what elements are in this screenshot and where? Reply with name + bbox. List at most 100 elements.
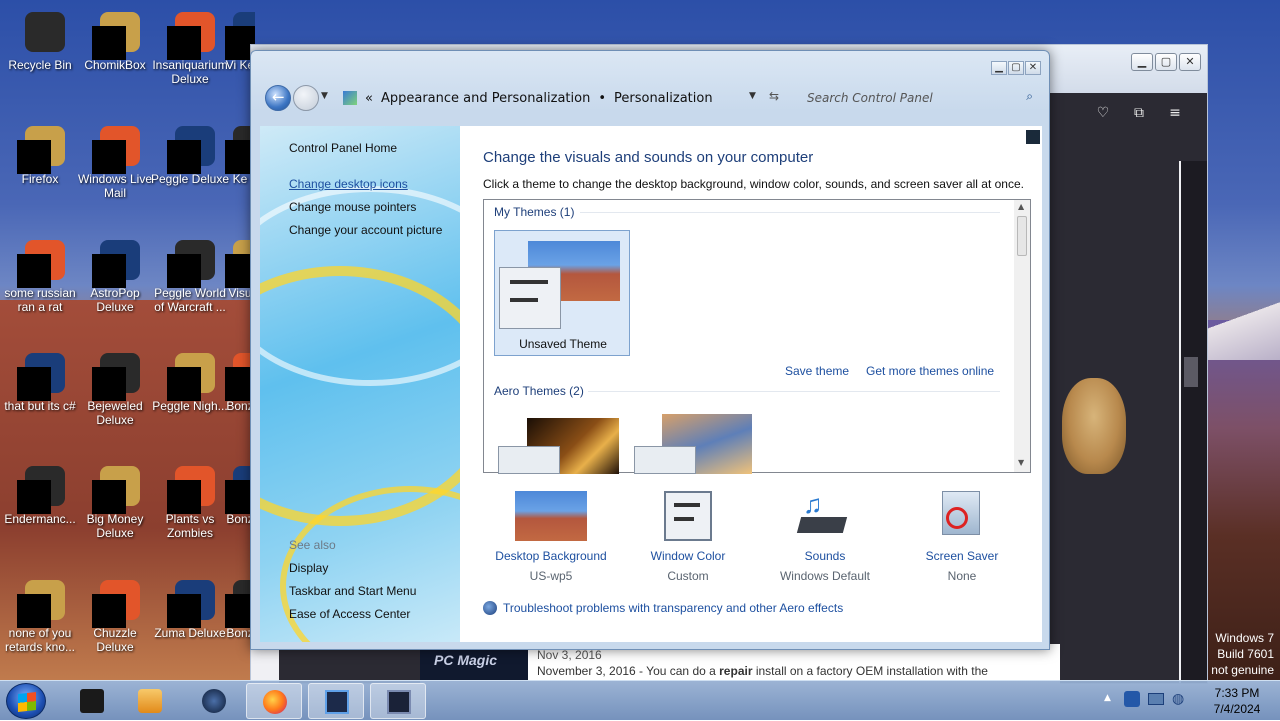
refresh-icon[interactable]: ⇆ [769,89,779,103]
theme-list[interactable]: My Themes (1) Unsaved Theme Save theme G… [483,199,1031,474]
desktop-icon-label: Peggle Nigh... [152,399,228,413]
search-result-snippet[interactable]: PC Magic Nov 3, 2016 November 3, 2016 - … [420,644,1060,684]
breadcrumb-chevrons[interactable]: « [365,91,373,106]
windows-watermark: Windows 7 Build 7601 not genuine [1211,630,1274,678]
minimize-button[interactable]: ▁ [1131,53,1153,71]
result-date: Nov 3, 2016 [537,648,602,662]
taskbar-firefox[interactable] [246,683,302,719]
taskbar-start-menu-link[interactable]: Taskbar and Start Menu [289,584,416,598]
desktop-icon-chuzzle[interactable]: Chuzzle Deluxe [75,572,155,672]
desktop-icon-label: Endermanc... [4,512,76,526]
firefox-scrollbar[interactable] [1181,161,1207,683]
forward-button[interactable] [293,85,319,111]
desktop-icon-chomikbox[interactable]: ChomikBox [75,4,155,104]
extensions-icon[interactable]: ⧉ [1129,105,1149,125]
taskbar-media-player[interactable] [122,683,178,719]
back-button[interactable]: ← [265,85,291,111]
taskbar-app-3[interactable] [186,683,242,719]
tray-app-icon[interactable] [1124,691,1140,707]
watermark-genuine: not genuine [1211,663,1274,677]
minimize-button[interactable]: ▁ [991,61,1007,75]
maximize-button[interactable]: ▢ [1008,61,1024,75]
setting-value: None [947,569,977,583]
desktop-icon-windows-live-mail[interactable]: Windows Live Mail [75,118,155,218]
media-player-icon [138,689,162,713]
desktop-icon-big-money[interactable]: Big Money Deluxe [75,458,155,558]
address-bar[interactable]: « Appearance and Personalization • Perso… [337,85,773,111]
setting-value: Custom [667,569,709,583]
get-more-themes-link[interactable]: Get more themes online [866,364,994,378]
scroll-up-icon[interactable]: ▲ [1018,202,1024,211]
menu-icon[interactable]: ≡ [1165,105,1185,125]
peggle-wow-icon [167,236,215,288]
control-panel-icon [325,690,349,714]
help-icon[interactable] [1026,130,1040,144]
pocket-icon[interactable]: ♡ [1093,105,1113,125]
watermark-build: Build 7601 [1217,647,1274,661]
troubleshoot-link[interactable]: Troubleshoot problems with transparency … [483,601,843,615]
desktop-icon-that-but[interactable]: that but its c# [0,345,80,445]
desktop-icon-firefox[interactable]: Firefox [0,118,80,218]
setting-label: Window Color [650,549,726,563]
desktop-icon-plants-vs-zombies[interactable]: Plants vs Zombies [150,458,230,558]
start-button[interactable] [6,683,46,719]
search-icon[interactable]: ⌕ [1026,89,1033,104]
left-pane: Control Panel Home Change desktop icons … [260,126,460,642]
sounds-setting[interactable]: ♫ Sounds Windows Default [755,489,895,583]
clock[interactable]: 7:33 PM 7/4/2024 [1196,685,1278,717]
that-but-icon [17,349,65,401]
search-input[interactable]: Search Control Panel ⌕ [801,85,1039,111]
theme-list-scrollbar[interactable]: ▲ ▼ [1014,200,1030,472]
breadcrumb-separator: • [598,90,606,106]
scroll-down-icon[interactable]: ▼ [1018,458,1024,467]
show-hidden-icons-icon[interactable]: ▲ [1104,693,1111,703]
recent-pages-chevron-icon[interactable]: ▼ [321,91,328,101]
network-icon[interactable] [1148,693,1164,705]
desktop-icon-recycle-bin[interactable]: Recycle Bin [0,4,80,104]
unsaved-theme-tile[interactable]: Unsaved Theme [494,230,630,356]
change-desktop-icons-link[interactable]: Change desktop icons [289,177,408,191]
aero-theme-1-window [498,446,560,474]
save-theme-link[interactable]: Save theme [785,364,849,378]
volume-icon[interactable]: ◍ [1172,691,1184,707]
scroll-thumb[interactable] [1017,216,1027,256]
sounds-icon: ♫ [789,489,861,541]
desktop-icon-peggle-deluxe[interactable]: Peggle Deluxe [150,118,230,218]
close-button[interactable]: ✕ [1179,53,1201,71]
taskbar-app-1[interactable] [64,683,120,719]
display-link[interactable]: Display [289,561,328,575]
ease-of-access-link[interactable]: Ease of Access Center [289,607,410,621]
screen-saver-setting[interactable]: Screen Saver None [892,491,1032,583]
bejeweled-icon [92,349,140,401]
desktop-icon-zuma[interactable]: Zuma Deluxe [150,572,230,672]
breadcrumb-appearance[interactable]: Appearance and Personalization [381,91,590,106]
app-icon [80,689,104,713]
clock-time: 7:33 PM [1214,686,1260,700]
window-color-setting[interactable]: Window Color Custom [618,491,758,583]
maximize-button[interactable]: ▢ [1155,53,1177,71]
taskbar: ▲ ◍ 7:33 PM 7/4/2024 [0,680,1280,720]
change-mouse-pointers-link[interactable]: Change mouse pointers [289,200,416,214]
desktop-icon-some-russian[interactable]: some russian ran a rat [0,232,80,332]
taskbar-control-panel[interactable] [308,683,364,719]
desktop-icon-bejeweled[interactable]: Bejeweled Deluxe [75,345,155,445]
breadcrumb-personalization[interactable]: Personalization [614,91,713,106]
desktop-background-setting[interactable]: Desktop Background US-wp5 [481,491,621,583]
address-dropdown-icon[interactable]: ▼ [749,91,756,101]
change-account-picture-link[interactable]: Change your account picture [289,223,442,237]
troubleshoot-label: Troubleshoot problems with transparency … [503,601,844,615]
control-panel-home-link[interactable]: Control Panel Home [289,141,397,155]
desktop-icon-insaniquarium[interactable]: Insaniquarium Deluxe [150,4,230,104]
chomikbox-icon [92,8,140,60]
personalization-window[interactable]: ▁ ▢ ✕ ← ▼ « Appearance and Personalizati… [250,50,1050,650]
close-button[interactable]: ✕ [1025,61,1041,75]
desktop-icon-astropop[interactable]: AstroPop Deluxe [75,232,155,332]
peggle-nights-icon [167,349,215,401]
desktop-icon-peggle-nights[interactable]: Peggle Nigh... [150,345,230,445]
desktop-icon-label: ChomikBox [84,58,146,72]
desktop-icon-peggle-wow[interactable]: Peggle World of Warcraft ... [150,232,230,332]
taskbar-app-6[interactable] [370,683,426,719]
desktop-icon-endermanc[interactable]: Endermanc... [0,458,80,558]
desktop-icon-none-of-you[interactable]: none of you retards kno... [0,572,80,672]
peggle-deluxe-icon [167,122,215,174]
